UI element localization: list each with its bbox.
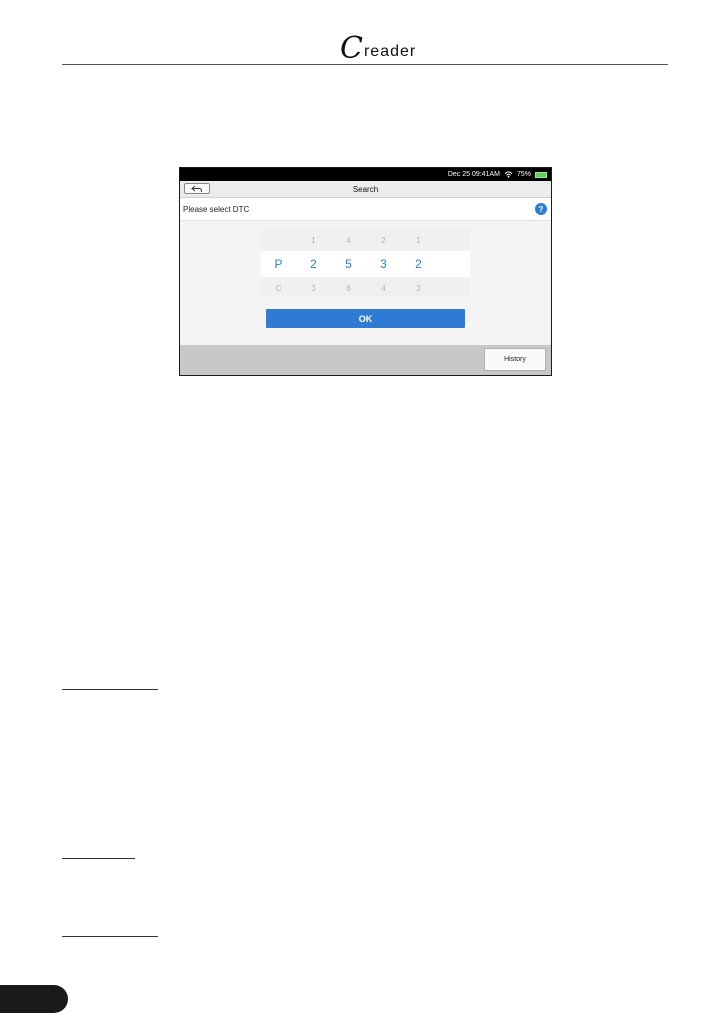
back-arrow-icon bbox=[191, 185, 202, 192]
section-rule bbox=[62, 936, 158, 937]
battery-icon bbox=[535, 171, 547, 178]
picker-cell[interactable]: 3 bbox=[296, 284, 331, 293]
prompt-row: Please select DTC ? bbox=[180, 198, 551, 221]
status-datetime: Dec 25 09:41AM bbox=[447, 171, 500, 178]
dtc-picker[interactable]: 1 4 2 1 P 2 5 3 2 C 3 6 4 3 bbox=[261, 229, 470, 297]
ok-button[interactable]: OK bbox=[266, 309, 465, 328]
picker-area: 1 4 2 1 P 2 5 3 2 C 3 6 4 3 OK bbox=[180, 221, 551, 346]
picker-row-below: C 3 6 4 3 bbox=[261, 277, 470, 299]
page-number-tab bbox=[0, 985, 68, 1013]
wifi-icon bbox=[504, 171, 513, 178]
section-rule bbox=[62, 689, 158, 690]
picker-cell[interactable]: 1 bbox=[401, 236, 436, 245]
picker-cell[interactable]: C bbox=[261, 284, 296, 293]
title-bar: Search bbox=[180, 181, 551, 198]
picker-cell[interactable]: 6 bbox=[331, 284, 366, 293]
picker-cell[interactable]: 3 bbox=[401, 284, 436, 293]
bottom-bar: History bbox=[180, 345, 551, 375]
status-battery-text: 75% bbox=[516, 171, 531, 178]
picker-cell[interactable]: 4 bbox=[331, 236, 366, 245]
picker-cell-selected[interactable]: 3 bbox=[366, 257, 401, 271]
history-button[interactable]: History bbox=[484, 348, 546, 371]
status-bar: Dec 25 09:41AM 75% bbox=[180, 168, 551, 181]
picker-cell-selected[interactable]: 5 bbox=[331, 257, 366, 271]
screen-title: Search bbox=[352, 184, 379, 194]
device-screenshot: Dec 25 09:41AM 75% Search Please select … bbox=[179, 167, 552, 376]
picker-cell-selected[interactable]: 2 bbox=[401, 257, 436, 271]
creader-logo: C reader bbox=[340, 31, 417, 66]
logo-initial: C bbox=[340, 31, 363, 66]
picker-cell[interactable]: 2 bbox=[366, 236, 401, 245]
back-button[interactable] bbox=[184, 183, 210, 194]
picker-cell-selected[interactable]: 2 bbox=[296, 257, 331, 271]
prompt-text: Please select DTC bbox=[183, 204, 250, 214]
picker-cell[interactable]: 1 bbox=[296, 236, 331, 245]
header-rule bbox=[62, 64, 668, 65]
help-icon[interactable]: ? bbox=[535, 203, 547, 215]
picker-cell-selected[interactable]: P bbox=[261, 257, 296, 271]
picker-row-above: 1 4 2 1 bbox=[261, 229, 470, 251]
picker-row-selected: P 2 5 3 2 bbox=[261, 251, 470, 277]
logo-text: reader bbox=[363, 43, 417, 60]
picker-cell[interactable]: 4 bbox=[366, 284, 401, 293]
section-rule bbox=[62, 858, 135, 859]
